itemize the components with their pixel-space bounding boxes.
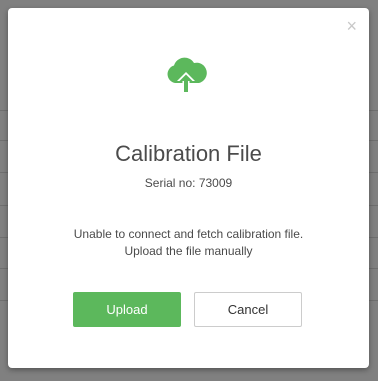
close-icon[interactable]: × xyxy=(346,17,357,35)
calibration-dialog: × Calibration File Serial no: 73009 Unab… xyxy=(8,8,369,368)
message-line-2: Upload the file manually xyxy=(124,244,253,258)
message-line-1: Unable to connect and fetch calibration … xyxy=(73,227,304,241)
upload-button[interactable]: Upload xyxy=(73,292,181,327)
serial-number: Serial no: 73009 xyxy=(144,176,233,190)
cloud-upload-icon xyxy=(167,57,207,93)
cancel-button[interactable]: Cancel xyxy=(194,292,302,327)
dialog-title: Calibration File xyxy=(115,141,262,166)
error-message: Unable to connect and fetch calibration … xyxy=(8,226,369,260)
